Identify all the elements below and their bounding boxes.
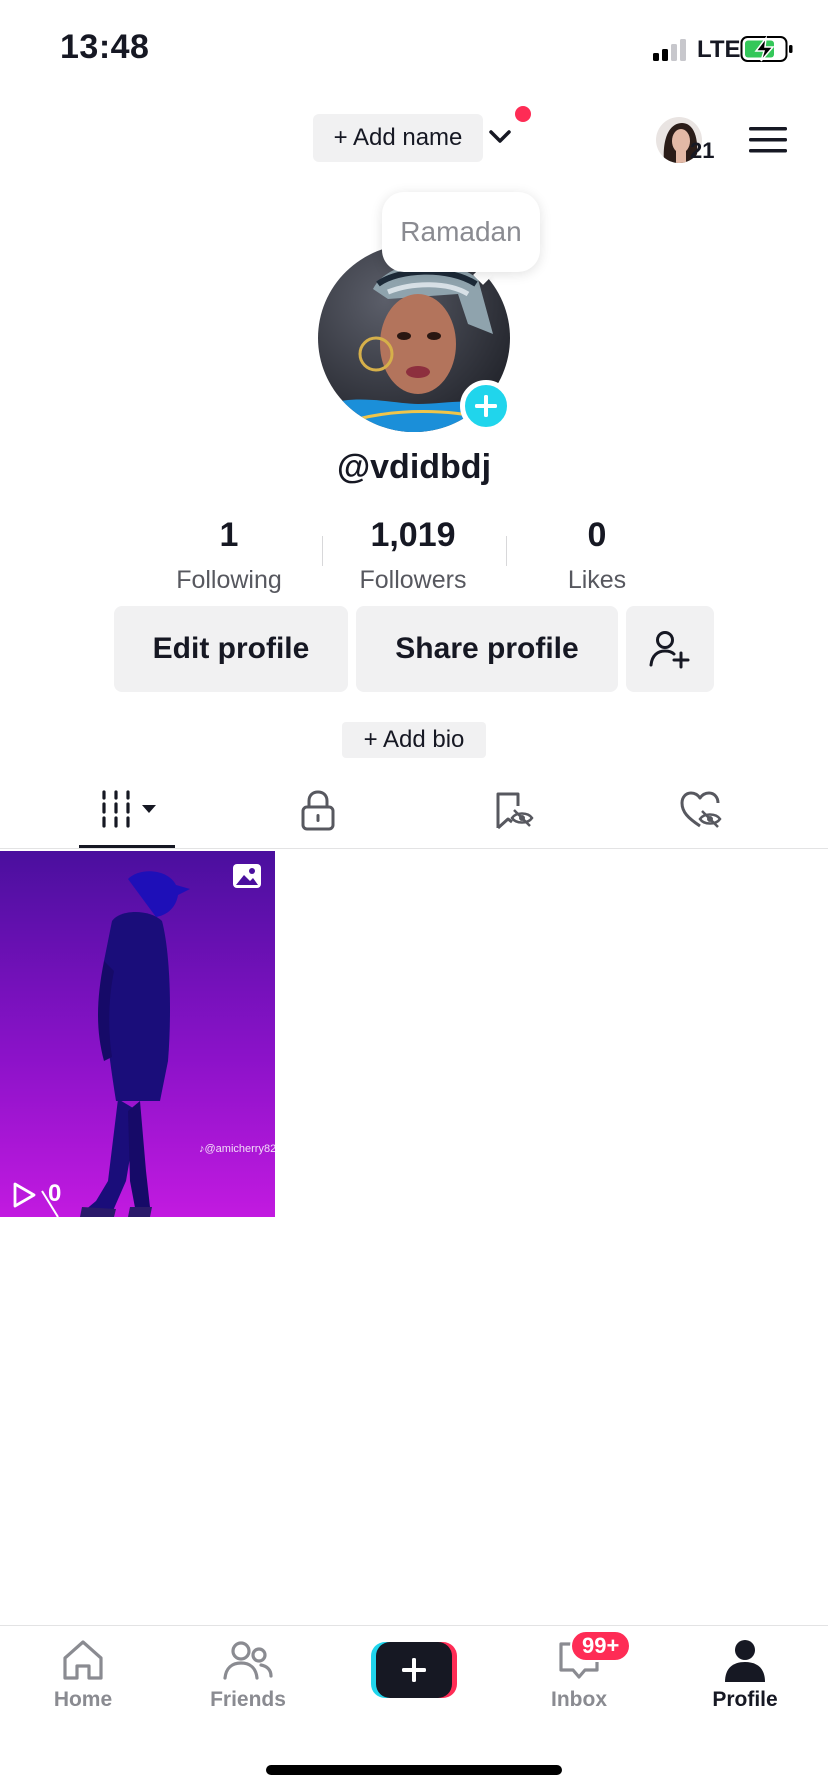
tab-private[interactable]	[296, 788, 340, 832]
stat-label: Followers	[359, 566, 467, 594]
cellular-signal-icon	[653, 39, 686, 61]
tabs-divider	[0, 848, 828, 849]
home-icon	[63, 1640, 103, 1680]
menu-icon[interactable]	[748, 124, 788, 156]
videos-grid-icon	[102, 790, 156, 828]
nav-home[interactable]: Home	[23, 1638, 143, 1712]
heart-hidden-icon	[680, 791, 722, 828]
nav-label: Profile	[712, 1688, 778, 1711]
stat-label: Likes	[567, 566, 627, 594]
nav-label: Home	[53, 1688, 113, 1711]
tab-videos[interactable]	[100, 788, 160, 832]
lock-icon	[301, 790, 335, 831]
add-bio-button[interactable]: + Add bio	[342, 722, 486, 758]
stat-following[interactable]: 1 Following	[134, 516, 324, 595]
tab-favorites[interactable]	[490, 788, 534, 832]
battery-charging-icon	[740, 35, 793, 62]
video-view-count: 0	[48, 1180, 62, 1207]
share-profile-button[interactable]: Share profile	[356, 606, 618, 692]
home-indicator[interactable]	[266, 1765, 562, 1775]
add-name-button[interactable]: + Add name	[313, 114, 483, 162]
profile-icon	[725, 1640, 765, 1682]
plus-icon	[475, 395, 497, 417]
stat-value: 1	[219, 516, 239, 554]
friends-icon	[223, 1641, 273, 1680]
photo-icon	[233, 864, 261, 888]
nav-profile[interactable]: Profile	[685, 1638, 805, 1712]
nav-label: Inbox	[551, 1688, 607, 1711]
inbox-badge: 99+	[570, 1630, 632, 1662]
tab-liked[interactable]	[678, 788, 722, 832]
stat-label: Following	[176, 566, 282, 594]
add-friend-button[interactable]	[626, 606, 714, 692]
bookmark-hidden-icon	[496, 792, 534, 830]
video-watermark: ♪@amicherry82	[199, 1143, 277, 1155]
notification-dot	[515, 106, 531, 122]
play-icon	[13, 1182, 36, 1208]
chevron-down-icon[interactable]	[487, 124, 513, 150]
thumbnail-image	[0, 851, 275, 1217]
status-time: 13:48	[60, 28, 150, 66]
video-thumbnail[interactable]	[0, 851, 275, 1217]
stat-value: 1,019	[370, 516, 456, 554]
nav-label: Friends	[210, 1688, 286, 1711]
status-tooltip[interactable]: Ramadan	[382, 192, 540, 272]
stat-followers[interactable]: 1,019 Followers	[318, 516, 508, 595]
profile-username: @vdidbdj	[336, 448, 492, 486]
add-user-icon	[649, 631, 690, 669]
account-count: 21	[690, 138, 715, 163]
create-button[interactable]	[371, 1642, 457, 1698]
edit-profile-button[interactable]: Edit profile	[114, 606, 348, 692]
stat-likes[interactable]: 0 Likes	[502, 516, 692, 595]
stat-value: 0	[587, 516, 607, 554]
nav-friends[interactable]: Friends	[188, 1638, 308, 1712]
nav-divider	[0, 1625, 828, 1626]
add-story-button[interactable]	[460, 380, 512, 432]
network-type: LTE	[697, 36, 741, 63]
